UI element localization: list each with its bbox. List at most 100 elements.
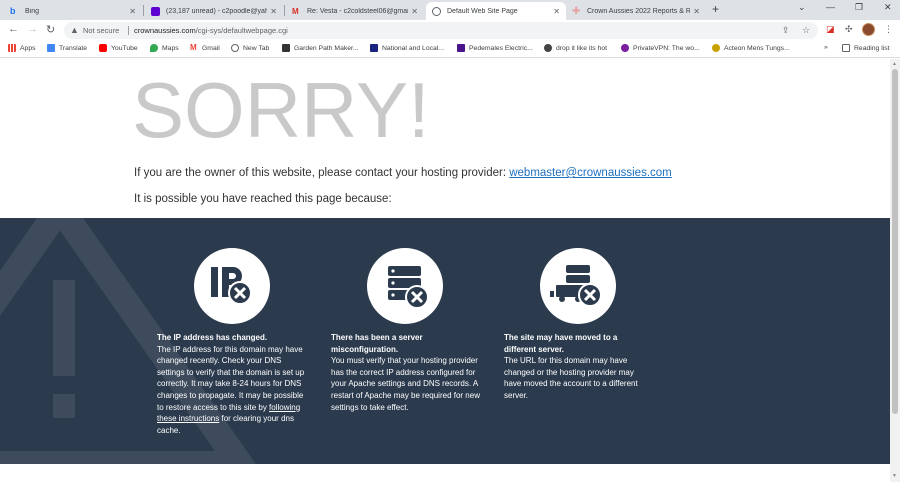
close-tab-icon[interactable]: ✕ — [693, 7, 700, 16]
apps-grid-icon — [8, 44, 16, 52]
possible-reasons-intro: It is possible you have reached this pag… — [134, 193, 392, 205]
tab-gmail[interactable]: M Re: Vesta - c2coldsteel06@gmai ✕ — [286, 2, 424, 20]
bookmark-drop-it[interactable]: drop it like its hot — [544, 44, 607, 52]
bookmark-label: YouTube — [111, 44, 138, 52]
menu-icon[interactable]: ⋮ — [884, 24, 893, 35]
bookmark-label: Acteon Mens Tungs... — [724, 44, 790, 52]
tab-bing[interactable]: b Bing ✕ — [4, 2, 142, 20]
maps-pin-icon — [150, 44, 158, 52]
tab-crown-aussies[interactable]: ✚ Crown Aussies 2022 Reports & R ✕ — [566, 2, 706, 20]
bookmark-garden-path[interactable]: Garden Path Maker... — [282, 44, 359, 52]
gmail-icon: M — [292, 6, 299, 16]
warning-icon[interactable]: ▲ — [70, 25, 79, 35]
tab-default-web-site[interactable]: Default Web Site Page ✕ — [426, 2, 566, 20]
page-scrollbar[interactable]: ▲ ▼ — [890, 59, 900, 482]
reason-ip-changed: The IP address has changed. The IP addre… — [157, 332, 309, 436]
tab-strip: b Bing ✕ (23,187 unread) - c2poodle@yah … — [0, 0, 900, 20]
reason-title: There has been a server misconfiguration… — [331, 333, 423, 354]
globe-icon — [432, 6, 441, 16]
bookmark-star-icon[interactable]: ☆ — [802, 25, 810, 36]
close-window-icon[interactable]: ✕ — [884, 2, 892, 13]
close-tab-icon[interactable]: ✕ — [270, 7, 277, 16]
bookmark-label: Gmail — [202, 44, 220, 52]
bookmark-label: Apps — [20, 44, 36, 52]
url-domain: crownaussies.com — [134, 26, 196, 35]
address-bar[interactable]: ▲ Not secure crownaussies.com/cgi-sys/de… — [64, 22, 818, 39]
bookmark-label: New Tab — [243, 44, 270, 52]
bing-icon: b — [10, 5, 16, 16]
bookmark-label: Maps — [162, 44, 179, 52]
extension-shield-icon[interactable]: ◪ — [826, 24, 835, 35]
close-tab-icon[interactable]: ✕ — [553, 7, 560, 16]
youtube-icon — [99, 44, 107, 52]
bookmark-label: Pedemales Electric... — [469, 44, 533, 52]
web-page: SORRY! If you are the owner of this webs… — [0, 59, 890, 482]
bookmark-translate[interactable]: Translate — [47, 44, 87, 52]
owner-message: If you are the owner of this website, pl… — [134, 167, 672, 179]
bookmark-label: drop it like its hot — [556, 44, 607, 52]
server-moved-icon — [540, 248, 616, 324]
minimize-icon[interactable]: — — [826, 2, 835, 12]
bookmark-apps[interactable]: Apps — [8, 44, 36, 52]
vpn-icon — [621, 44, 629, 52]
bookmark-national-local[interactable]: National and Local... — [370, 44, 444, 52]
share-icon[interactable]: ⇪ — [782, 25, 790, 36]
bookmark-privatevpn[interactable]: PrivateVPN: The wo... — [621, 44, 700, 52]
security-label[interactable]: Not secure — [83, 26, 119, 35]
bookmark-gmail[interactable]: M Gmail — [190, 44, 220, 52]
more-bookmarks-icon[interactable]: » — [824, 44, 828, 51]
tab-label: Crown Aussies 2022 Reports & R — [587, 7, 691, 15]
profile-avatar[interactable] — [862, 23, 875, 36]
reason-title: The IP address has changed. — [157, 333, 268, 342]
tab-yahoo-mail[interactable]: (23,187 unread) - c2poodle@yah ✕ — [145, 2, 283, 20]
reload-icon[interactable]: ↻ — [46, 23, 55, 36]
close-tab-icon[interactable]: ✕ — [129, 7, 136, 16]
close-tab-icon[interactable]: ✕ — [411, 7, 418, 16]
new-tab-button[interactable]: + — [712, 2, 719, 16]
bookmark-label: PrivateVPN: The wo... — [633, 44, 700, 52]
tab-label: (23,187 unread) - c2poodle@yah — [166, 7, 268, 15]
back-icon[interactable]: ← — [8, 23, 19, 35]
scroll-up-icon[interactable]: ▲ — [892, 61, 897, 67]
site-icon — [282, 44, 290, 52]
reading-list-label: Reading list — [854, 44, 890, 52]
scroll-thumb[interactable] — [892, 69, 898, 414]
restore-icon[interactable]: ❐ — [855, 2, 863, 13]
reading-list-icon — [842, 44, 850, 52]
tab-label: Default Web Site Page — [447, 7, 518, 15]
globe-icon — [544, 44, 552, 52]
sorry-headline: SORRY! — [132, 66, 430, 154]
bookmark-label: National and Local... — [382, 44, 444, 52]
reason-body: The IP address for this domain may have … — [157, 344, 305, 412]
browser-toolbar: ← → ↻ ▲ Not secure crownaussies.com/cgi-… — [0, 20, 900, 41]
ip-error-icon — [194, 248, 270, 324]
scroll-down-icon[interactable]: ▼ — [892, 473, 897, 479]
gmail-icon: M — [190, 43, 197, 52]
reason-server-misconfiguration: There has been a server misconfiguration… — [331, 332, 481, 413]
webmaster-email-link[interactable]: webmaster@crownaussies.com — [509, 167, 672, 179]
globe-icon — [231, 44, 239, 52]
reason-body: You must verify that your hosting provid… — [331, 356, 480, 412]
bookmark-new-tab[interactable]: New Tab — [231, 44, 269, 52]
tab-label: Re: Vesta - c2coldsteel06@gmai — [307, 7, 409, 15]
url-text[interactable]: crownaussies.com/cgi-sys/defaultwebpage.… — [134, 26, 288, 35]
tab-search-icon[interactable]: ⌄ — [798, 2, 806, 13]
tab-label: Bing — [25, 7, 40, 15]
reason-site-moved: The site may have moved to a different s… — [504, 332, 646, 402]
forward-icon[interactable]: → — [27, 23, 38, 35]
bookmark-youtube[interactable]: YouTube — [99, 44, 138, 52]
bookmark-pedernales[interactable]: Pedemales Electric... — [457, 44, 533, 52]
reasons-panel: The IP address has changed. The IP addre… — [0, 218, 890, 464]
mail-icon — [151, 6, 160, 16]
bookmark-acteon[interactable]: Acteon Mens Tungs... — [712, 44, 790, 52]
reason-body: The URL for this domain may have changed… — [504, 356, 638, 400]
crown-icon: ✚ — [572, 5, 581, 17]
site-icon — [457, 44, 465, 52]
bookmark-label: Translate — [59, 44, 88, 52]
bookmarks-bar: Apps Translate YouTube Maps M Gmail New T… — [0, 41, 900, 58]
reading-list-button[interactable]: Reading list — [842, 44, 890, 52]
reason-title: The site may have moved to a different s… — [504, 333, 618, 354]
extensions-puzzle-icon[interactable]: ✣ — [845, 24, 853, 35]
translate-icon — [47, 44, 55, 52]
bookmark-maps[interactable]: Maps — [150, 44, 179, 52]
